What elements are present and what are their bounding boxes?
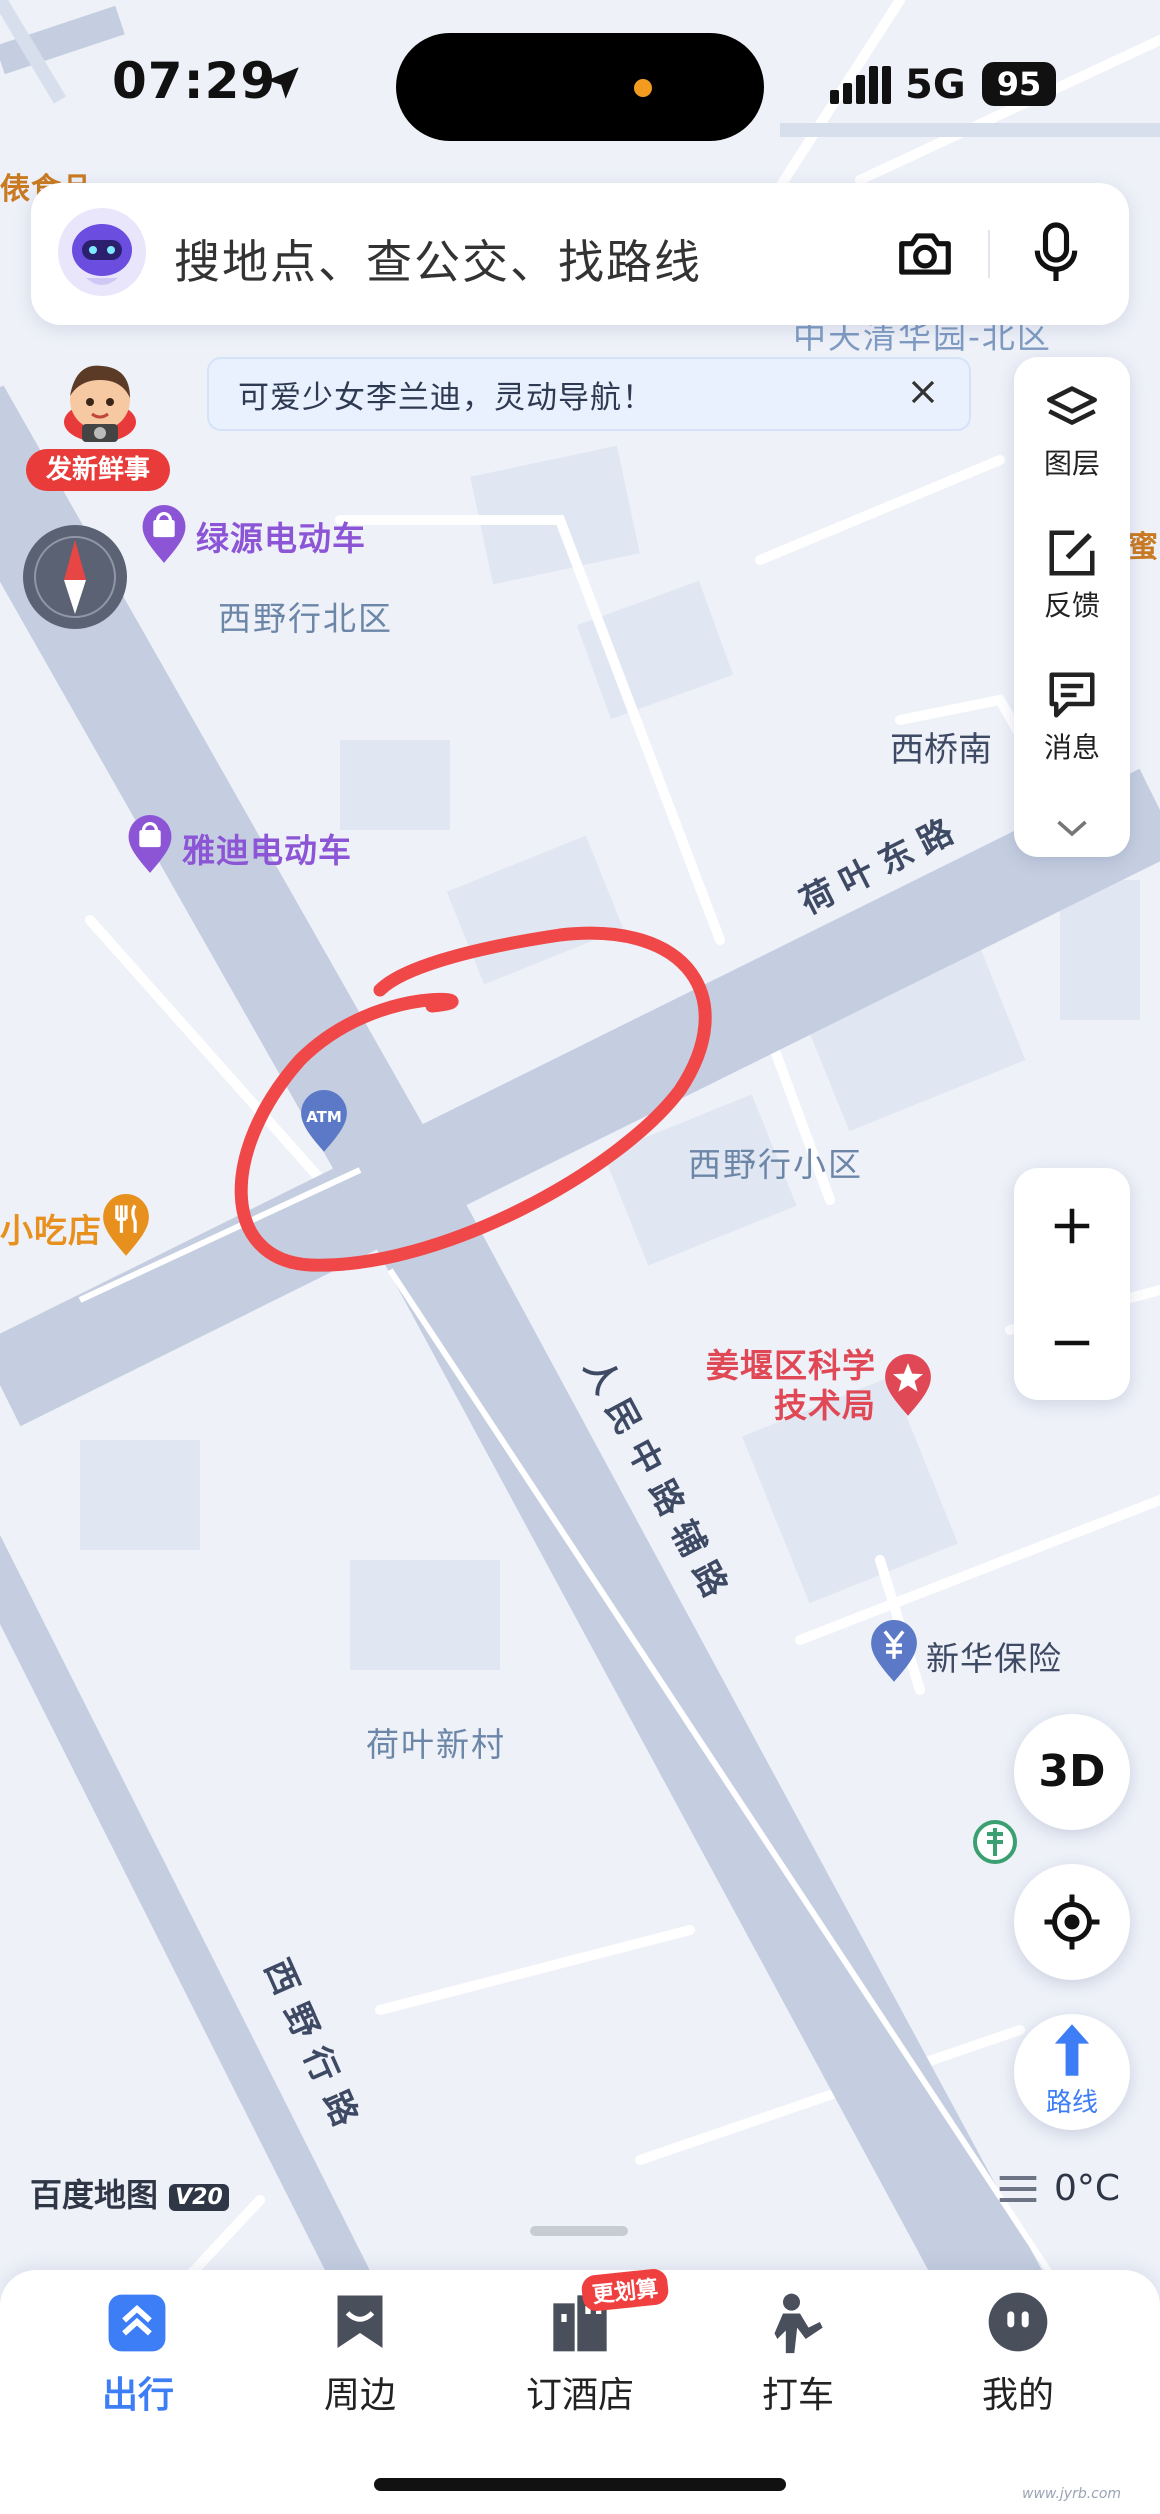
poi-label[interactable]: 新华保险 xyxy=(926,1632,1062,1680)
compass-icon[interactable] xyxy=(20,522,130,632)
tab-taxi[interactable]: 打车 xyxy=(718,2366,878,2418)
recording-indicator-icon xyxy=(634,79,652,97)
route-arrow-icon xyxy=(1054,2024,1090,2076)
feedback-icon[interactable] xyxy=(1044,526,1100,580)
search-input[interactable]: 搜地点、查公交、找路线 xyxy=(174,226,702,292)
poi-label[interactable]: 姜堰区科学 技术局 xyxy=(706,1346,876,1426)
battery-level: 95 xyxy=(982,62,1056,106)
location-arrow-icon xyxy=(267,67,299,99)
notice-text: 可爱少女李兰迪，灵动导航！ xyxy=(238,380,654,416)
brand-logo: 百度地图 V20 xyxy=(30,2170,229,2216)
restaurant-icon[interactable] xyxy=(98,1194,154,1258)
profile-icon[interactable] xyxy=(986,2290,1050,2354)
layers-button[interactable]: 图层 xyxy=(1014,442,1130,482)
locate-icon xyxy=(1044,1894,1100,1950)
finance-icon[interactable] xyxy=(866,1620,922,1684)
area-label: 西野行小区 xyxy=(688,1145,863,1184)
network-type: 5G xyxy=(905,62,966,108)
3d-button[interactable]: 3D xyxy=(1014,1714,1130,1830)
close-icon[interactable] xyxy=(908,377,938,407)
dynamic-island xyxy=(396,33,764,141)
feedback-button[interactable]: 反馈 xyxy=(1014,584,1130,624)
tab-nearby[interactable]: 周边 xyxy=(280,2366,440,2418)
zoom-in-icon[interactable] xyxy=(1049,1203,1095,1249)
shopping-bag-icon[interactable] xyxy=(124,815,176,875)
poi-label[interactable]: 小吃店 xyxy=(0,1204,102,1252)
message-icon[interactable] xyxy=(1044,668,1100,722)
chevron-down-icon[interactable] xyxy=(1054,816,1090,840)
zoom-out-icon[interactable] xyxy=(1049,1320,1095,1366)
layers-icon[interactable] xyxy=(1044,384,1100,434)
temperature: 0°C xyxy=(1054,2168,1121,2209)
watermark: www.jyrb.com xyxy=(1022,2486,1122,2502)
nearby-icon[interactable] xyxy=(330,2290,390,2356)
messages-button[interactable]: 消息 xyxy=(1014,726,1130,766)
weather-icon xyxy=(999,2175,1037,2203)
drawer-handle[interactable] xyxy=(530,2226,628,2236)
camera-icon[interactable] xyxy=(894,223,956,285)
poi-label[interactable]: 雅迪电动车 xyxy=(182,824,352,872)
area-label: 荷叶新村 xyxy=(366,1725,506,1764)
poi-name-line2: 技术局 xyxy=(774,1386,876,1425)
bank-icon[interactable] xyxy=(970,1818,1020,1874)
tab-travel[interactable]: 出行 xyxy=(58,2366,218,2418)
tab-profile[interactable]: 我的 xyxy=(938,2366,1098,2418)
home-indicator[interactable] xyxy=(374,2478,786,2491)
divider xyxy=(988,230,990,278)
promo-badge[interactable]: 发新鲜事 xyxy=(26,449,170,491)
travel-icon[interactable] xyxy=(106,2292,168,2354)
brand-version: V20 xyxy=(169,2183,229,2211)
shopping-bag-icon[interactable] xyxy=(138,505,190,565)
place-label[interactable]: 西桥南 xyxy=(890,722,992,771)
microphone-icon[interactable] xyxy=(1028,220,1084,286)
tab-hotel[interactable]: 订酒店 xyxy=(500,2366,660,2418)
status-time: 07:29 xyxy=(112,52,277,110)
assistant-avatar-icon[interactable] xyxy=(56,206,148,298)
brand-name: 百度地图 xyxy=(30,2176,159,2214)
poi-label[interactable]: 蜜雪 xyxy=(1128,522,1160,566)
poi-name-line1: 姜堰区科学 xyxy=(706,1346,876,1385)
poi-label[interactable]: 绿源电动车 xyxy=(196,512,366,560)
atm-label: ATM xyxy=(306,1108,342,1126)
government-star-icon[interactable] xyxy=(880,1354,936,1418)
signal-icon xyxy=(830,66,891,104)
taxi-icon[interactable] xyxy=(766,2288,834,2356)
area-label: 西野行北区 xyxy=(218,599,393,638)
route-label: 路线 xyxy=(1045,2088,1098,2118)
